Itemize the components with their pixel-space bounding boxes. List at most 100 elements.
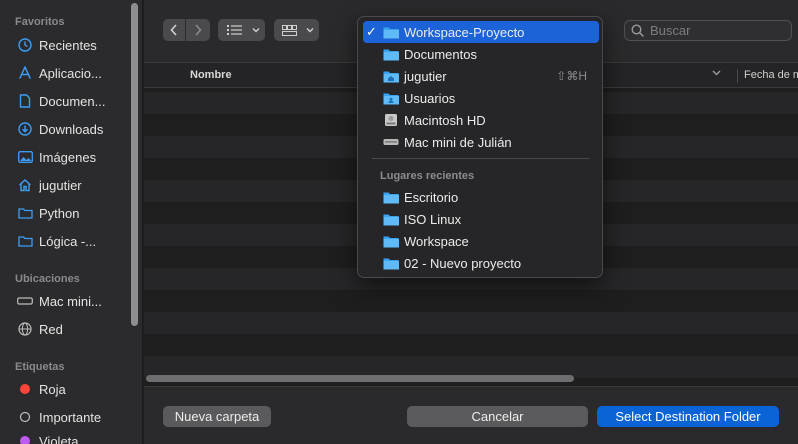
- menu-separator: [372, 158, 590, 159]
- sidebar-scrollbar[interactable]: [131, 3, 138, 326]
- menu-item-nuevo-proyecto[interactable]: 02 - Nuevo proyecto: [363, 252, 599, 274]
- location-dropdown-menu: ✓ Workspace-Proyecto Documentos jugutier…: [357, 16, 603, 278]
- menu-item-label: Escritorio: [404, 189, 459, 205]
- table-row: [144, 290, 798, 312]
- menu-item-label: 02 - Nuevo proyecto: [404, 255, 522, 271]
- sidebar-item-aplicaciones[interactable]: Aplicacio...: [0, 62, 128, 84]
- menu-item-usuarios[interactable]: Usuarios: [363, 87, 599, 109]
- sidebar-item-python[interactable]: Python: [0, 202, 128, 224]
- folder-icon: [382, 211, 400, 227]
- sidebar-item-downloads[interactable]: Downloads: [0, 118, 128, 140]
- table-row: [144, 334, 798, 356]
- sidebar-item-label: Roja: [39, 381, 66, 397]
- folder-icon: [17, 205, 33, 221]
- forward-button[interactable]: [186, 19, 209, 41]
- locations-heading: Ubicaciones: [15, 273, 80, 285]
- sidebar-item-label: Documen...: [39, 93, 106, 109]
- table-row: [144, 312, 798, 334]
- clock-icon: [17, 37, 33, 53]
- computer-icon: [17, 293, 33, 309]
- group-button[interactable]: [274, 19, 319, 41]
- network-icon: [17, 321, 33, 337]
- home-icon: [17, 177, 33, 193]
- search-placeholder: Buscar: [650, 23, 691, 38]
- menu-item-jugutier[interactable]: jugutier ⇧⌘H: [363, 65, 599, 87]
- menu-item-label: Workspace: [404, 233, 469, 249]
- sidebar-item-label: Downloads: [39, 121, 104, 137]
- menu-item-macintosh-hd[interactable]: Macintosh HD: [363, 109, 599, 131]
- menu-item-workspace[interactable]: Workspace: [363, 230, 599, 252]
- sidebar-item-red[interactable]: Red: [0, 318, 128, 340]
- menu-item-label: Mac mini de Julián: [404, 134, 512, 150]
- sidebar-item-label: Importante: [39, 409, 102, 425]
- view-mode-button[interactable]: [218, 19, 265, 41]
- shortcut-label: ⇧⌘H: [556, 69, 587, 83]
- tag-red-dot-icon: [17, 381, 33, 397]
- checkmark-icon: ✓: [366, 24, 377, 39]
- chevron-down-icon: [304, 19, 316, 41]
- column-header-name[interactable]: Nombre: [190, 69, 232, 81]
- menu-item-iso-linux[interactable]: ISO Linux: [363, 208, 599, 230]
- applications-icon: [17, 65, 33, 81]
- sidebar-item-label: Imágenes: [39, 149, 97, 165]
- cancel-button[interactable]: Cancelar: [407, 406, 588, 427]
- mac-mini-icon: [382, 134, 400, 150]
- sidebar-item-label: jugutier: [39, 177, 82, 193]
- recent-places-heading: Lugares recientes: [380, 170, 475, 182]
- new-folder-button[interactable]: Nueva carpeta: [163, 406, 271, 427]
- tags-heading: Etiquetas: [15, 361, 65, 373]
- select-destination-button[interactable]: Select Destination Folder: [597, 406, 779, 427]
- chevron-right-icon: [194, 24, 202, 36]
- sidebar-item-jugutier[interactable]: jugutier: [0, 174, 128, 196]
- chevron-down-icon: [250, 19, 262, 41]
- menu-item-documentos[interactable]: Documentos: [363, 43, 599, 65]
- menu-item-label: ISO Linux: [404, 211, 462, 227]
- sidebar-item-mac-mini[interactable]: Mac mini...: [0, 290, 128, 312]
- menu-item-label: jugutier: [404, 68, 447, 84]
- sidebar-item-recientes[interactable]: Recientes: [0, 34, 128, 56]
- menu-item-mac-mini[interactable]: Mac mini de Julián: [363, 131, 599, 153]
- menu-item-workspace-proyecto[interactable]: ✓ Workspace-Proyecto: [363, 21, 599, 43]
- download-icon: [17, 121, 33, 137]
- column-header-date[interactable]: Fecha de m: [737, 69, 798, 83]
- back-button[interactable]: [163, 19, 186, 41]
- photo-icon: [17, 149, 33, 165]
- search-icon: [631, 24, 644, 37]
- menu-item-escritorio[interactable]: Escritorio: [363, 186, 599, 208]
- favorites-heading: Favoritos: [15, 16, 65, 28]
- folder-icon: [382, 24, 400, 40]
- hard-drive-icon: [382, 112, 400, 128]
- menu-item-label: Usuarios: [404, 90, 456, 106]
- list-view-icon: [218, 19, 250, 41]
- sidebar-item-logica[interactable]: Lógica -...: [0, 230, 128, 252]
- sidebar: Favoritos Recientes Aplicacio... Documen…: [0, 0, 143, 444]
- sidebar-item-tag-violeta[interactable]: Violeta: [0, 430, 128, 444]
- folder-icon: [382, 233, 400, 249]
- folder-icon: [382, 255, 400, 271]
- sidebar-item-label: Violeta: [39, 433, 79, 444]
- folder-icon: [17, 233, 33, 249]
- sort-chevron-icon: [712, 70, 721, 76]
- search-input[interactable]: Buscar: [624, 20, 792, 41]
- tag-outline-dot-icon: [17, 409, 33, 425]
- folder-icon: [382, 189, 400, 205]
- folder-icon: [382, 46, 400, 62]
- document-icon: [17, 93, 33, 109]
- sidebar-item-label: Red: [39, 321, 63, 337]
- sidebar-item-label: Lógica -...: [39, 233, 97, 249]
- tag-purple-dot-icon: [17, 433, 33, 444]
- sidebar-item-label: Aplicacio...: [39, 65, 102, 81]
- menu-item-label: Documentos: [404, 46, 477, 62]
- sidebar-item-imagenes[interactable]: Imágenes: [0, 146, 128, 168]
- sidebar-item-tag-roja[interactable]: Roja: [0, 378, 128, 400]
- sidebar-item-label: Mac mini...: [39, 293, 102, 309]
- sidebar-item-documentos[interactable]: Documen...: [0, 90, 128, 112]
- users-folder-icon: [382, 90, 400, 106]
- bottom-bar: Nueva carpeta Cancelar Select Destinatio…: [144, 386, 798, 444]
- menu-item-label: Workspace-Proyecto: [404, 24, 525, 40]
- home-folder-icon: [382, 68, 400, 84]
- grid-icon: [274, 19, 304, 41]
- chevron-left-icon: [170, 24, 177, 36]
- horizontal-scrollbar[interactable]: [146, 375, 574, 382]
- sidebar-item-tag-importante[interactable]: Importante: [0, 406, 128, 428]
